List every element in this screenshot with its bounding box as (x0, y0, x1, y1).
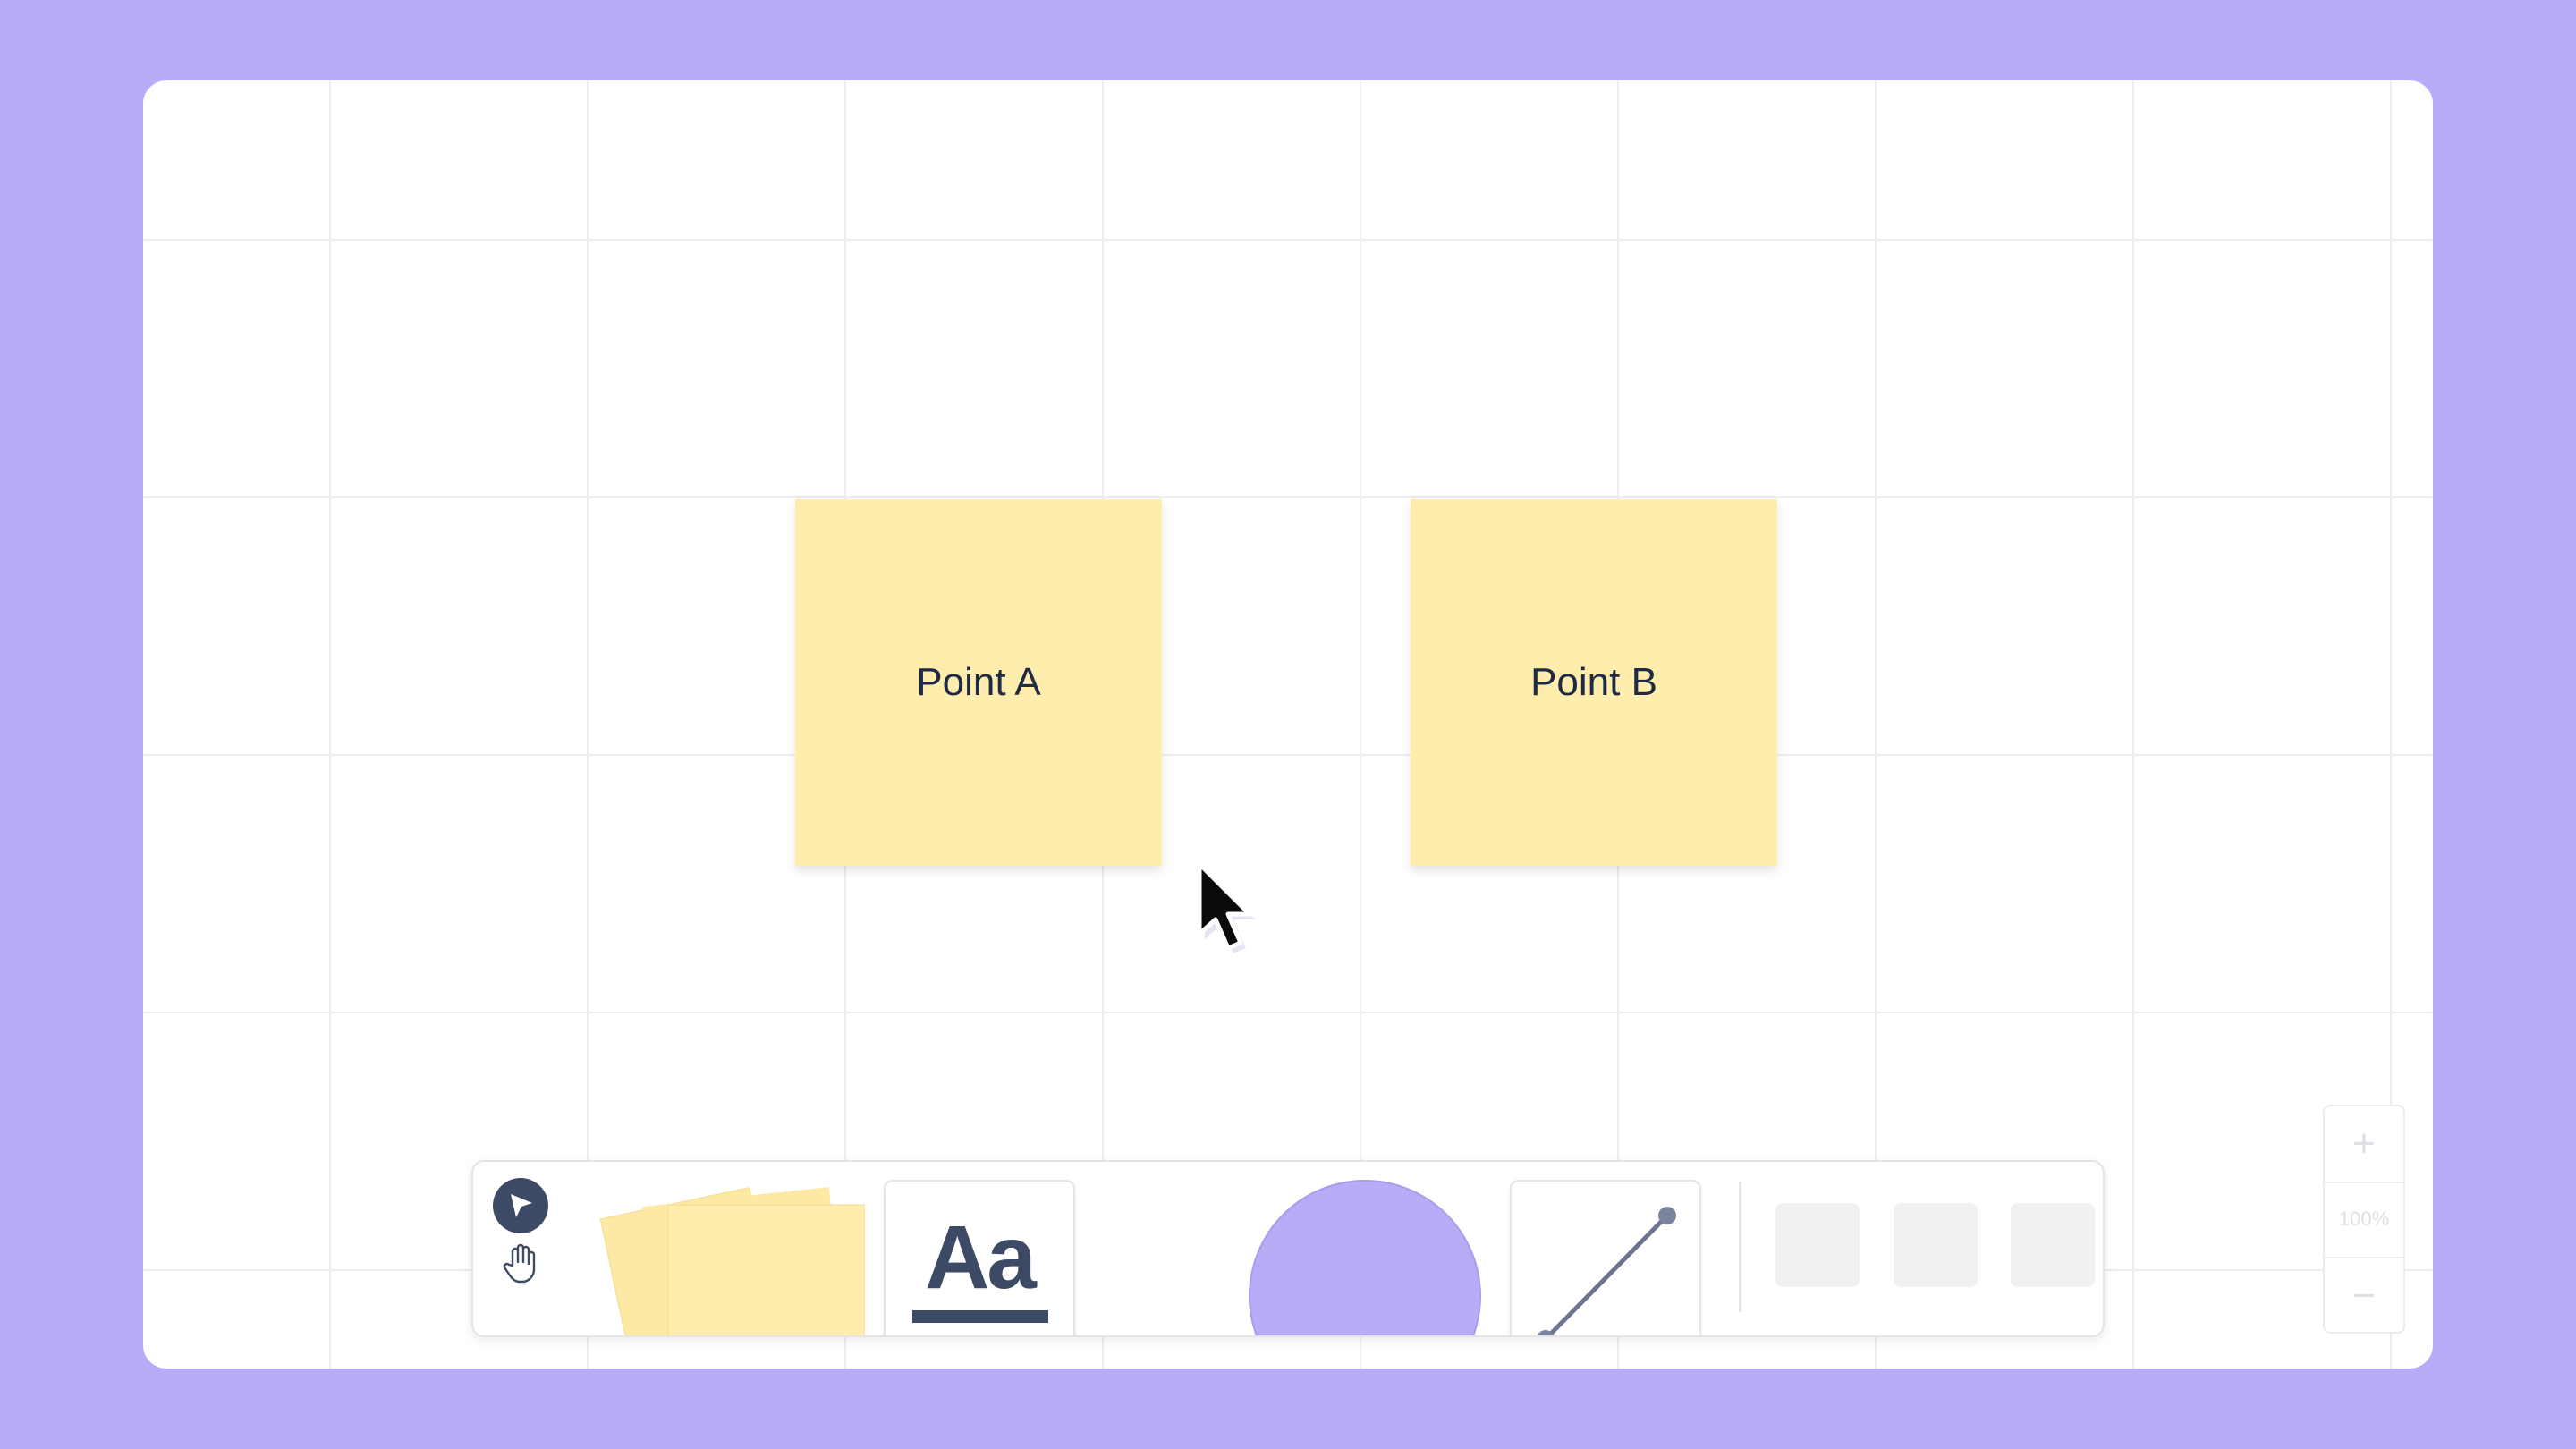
circle-shape-tool[interactable] (1249, 1180, 1481, 1335)
sticky-note-tool[interactable] (597, 1174, 865, 1337)
line-connector-icon (1537, 1207, 1676, 1335)
toolbar-empty-slot[interactable] (1775, 1203, 1860, 1287)
text-tool-label: Aa (925, 1208, 1037, 1308)
connector-line-tool[interactable] (1510, 1180, 1701, 1335)
zoom-controls: + 100% − (2323, 1105, 2405, 1334)
mouse-cursor-icon (1197, 861, 1255, 953)
creation-toolbar: Aa (471, 1160, 2105, 1337)
whiteboard-canvas[interactable]: Point A Point B Aa + 100% − (143, 80, 2433, 1368)
toolbar-empty-slot[interactable] (1894, 1203, 1978, 1287)
text-underline-decoration (912, 1310, 1048, 1323)
minus-icon: − (2352, 1274, 2376, 1318)
zoom-out-button[interactable]: − (2325, 1257, 2403, 1334)
toolbar-empty-slot[interactable] (2011, 1203, 2095, 1287)
plus-icon: + (2352, 1122, 2376, 1165)
zoom-level-readout: 100% (2338, 1208, 2390, 1230)
sticky-note-text: Point A (916, 660, 1041, 704)
toolbar-divider (1739, 1182, 1741, 1312)
hand-icon[interactable] (502, 1242, 541, 1285)
text-tool-button[interactable]: Aa (884, 1180, 1075, 1335)
select-tool-button[interactable] (493, 1178, 548, 1233)
cursor-arrow-icon (511, 1194, 532, 1217)
sticky-note-text: Point B (1530, 660, 1657, 704)
sticky-note-point-a[interactable]: Point A (795, 499, 1162, 866)
zoom-in-button[interactable]: + (2325, 1106, 2403, 1183)
sticky-note-point-b[interactable]: Point B (1411, 499, 1777, 866)
